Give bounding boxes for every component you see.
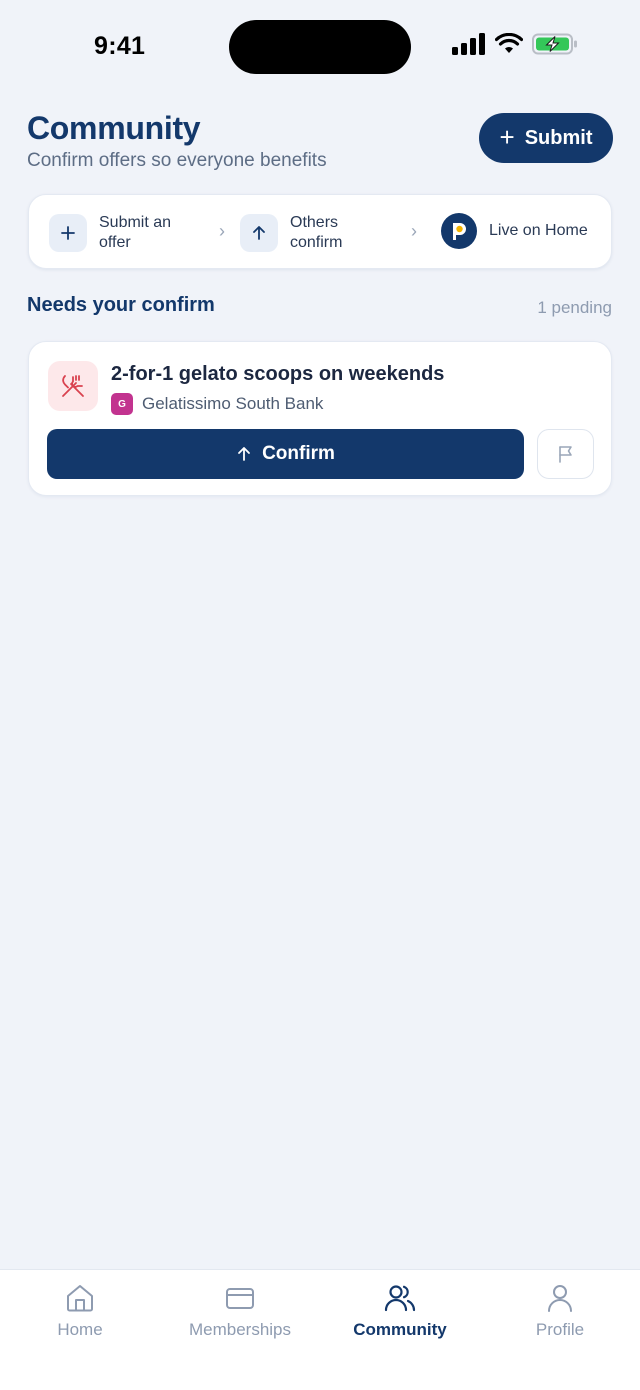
confirm-button[interactable]: Confirm [47,429,524,479]
step-live-on-home: Live on Home [441,213,588,249]
status-bar: 9:41 [0,0,640,95]
confirm-button-label: Confirm [262,443,335,464]
plus-icon: + [499,121,515,152]
how-it-works-steps: Submit an offer › Others confirm › Live … [28,194,612,269]
wifi-icon [495,33,523,53]
tab-label: Memberships [188,1320,292,1339]
step-label: Submit an offer [99,214,172,251]
merchant-name: Gelatissimo South Bank [142,394,324,413]
bottom-tab-bar: Home Memberships Community Profile [0,1269,640,1390]
page-title: Community [27,110,201,146]
step-others-confirm: Others confirm [240,213,342,253]
chevron-right-icon: › [219,221,225,241]
offer-title[interactable]: 2-for-1 gelato scoops on weekends [111,363,444,386]
tab-community[interactable]: Community [320,1282,480,1340]
tab-home[interactable]: Home [0,1282,160,1340]
step-label: Others confirm [290,214,343,251]
arrow-up-icon [238,447,250,461]
card-icon [226,1288,254,1309]
pending-count: 1 pending [537,298,612,317]
page-subtitle: Confirm offers so everyone benefits [27,150,327,171]
status-icons [452,33,578,55]
merchant: G Gelatissimo South Bank [111,393,323,415]
arrow-up-icon [240,214,278,252]
step-label: Live on Home [489,222,588,239]
user-icon [548,1285,572,1312]
page-header: Community Confirm offers so everyone ben… [27,110,613,180]
cellular-signal-icon [452,33,485,55]
status-time: 9:41 [94,32,146,60]
tab-label: Home [57,1320,103,1339]
tab-memberships[interactable]: Memberships [160,1282,320,1340]
offer-card: 2-for-1 gelato scoops on weekends G Gela… [28,341,612,496]
app-logo-icon [441,213,477,249]
utensils-crossed-icon [48,361,98,411]
tab-label: Profile [535,1320,585,1339]
tab-label: Community [353,1320,447,1339]
battery-charging-icon [532,33,577,55]
section-title: Needs your confirm [27,294,215,316]
submit-button-label: Submit [524,126,593,149]
dynamic-island [229,20,411,74]
merchant-avatar: G [111,393,133,415]
plus-icon [49,214,87,252]
chevron-right-icon: › [411,221,417,241]
step-submit-offer: Submit an offer [49,213,171,253]
flag-icon [558,446,572,463]
tab-profile[interactable]: Profile [480,1282,640,1340]
submit-button[interactable]: + Submit [479,113,613,163]
home-icon [67,1285,93,1312]
users-icon [384,1285,416,1312]
report-flag-button[interactable] [537,429,594,479]
